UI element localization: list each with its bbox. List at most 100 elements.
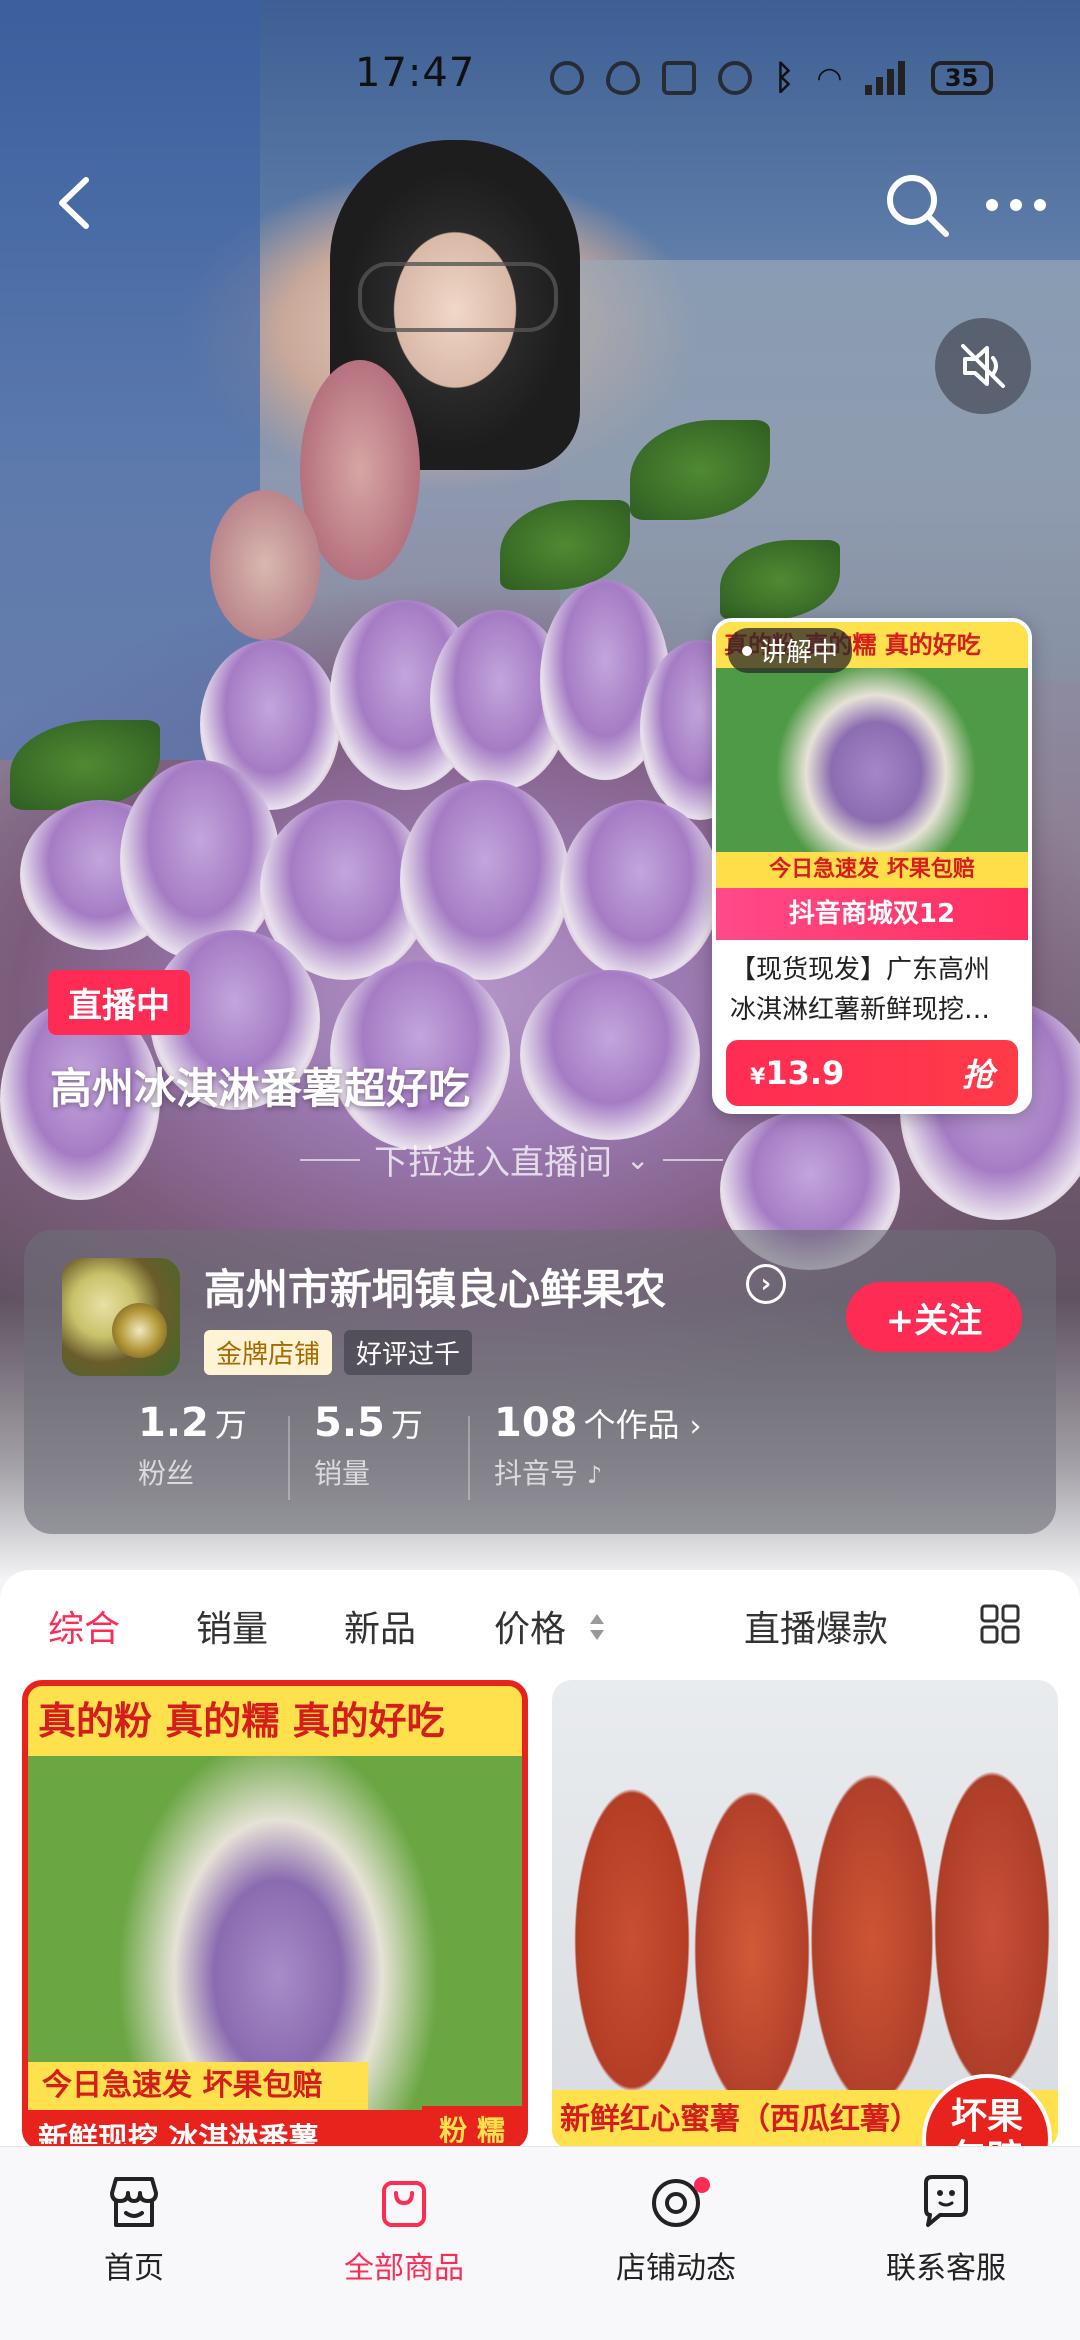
chevron-left-icon: [59, 177, 89, 229]
notification-dot-icon: [694, 2177, 710, 2193]
shop-info-card: 高州市新垌镇良心鲜果农 › 金牌店铺 好评过千 +关注 1.2 万 粉丝 5.5 万…: [24, 1230, 1056, 1534]
stat-works-num: 108: [494, 1400, 578, 1446]
avatar-fruit-shape: [112, 1303, 167, 1358]
back-button[interactable]: [40, 168, 110, 238]
pull-to-enter-hint[interactable]: 下拉进入直播间 ⌄: [300, 1135, 724, 1184]
follow-button[interactable]: +关注: [846, 1282, 1022, 1352]
product-badge: 坏果 包赔: [922, 2074, 1052, 2150]
search-button[interactable]: [880, 168, 954, 242]
badge-line-1: 坏果: [950, 2096, 1023, 2137]
explaining-product-card[interactable]: 真的粉 真的糯 真的好吃 讲解中 今日急速发 坏果包赔 抖音商城双12 【现货现…: [712, 618, 1032, 1114]
stat-sales[interactable]: 5.5 万 销量: [314, 1400, 423, 1492]
live-badge: 直播中: [48, 970, 190, 1035]
nav-label-all-products: 全部商品: [344, 2251, 464, 2286]
tab-sales[interactable]: 销量: [196, 1600, 268, 1652]
notification-icon: [550, 61, 584, 95]
bluetooth-icon: ᛒ: [774, 58, 795, 98]
nav-label-customer-service: 联系客服: [886, 2251, 1006, 2286]
bottom-navigation: 首页 全部商品 店铺动态 联系客服: [0, 2146, 1080, 2340]
eye-icon: [606, 61, 640, 95]
sort-updown-icon: [590, 1614, 604, 1640]
tuber-shape: [520, 970, 700, 1140]
nav-label-home: 首页: [104, 2251, 164, 2286]
streamer-glasses: [358, 262, 558, 332]
douyin-id-label: 抖音号: [494, 1457, 579, 1490]
dnd-icon: [718, 61, 752, 95]
live-title[interactable]: 高州冰淇淋番薯超好吃: [50, 1055, 470, 1116]
stat-sales-unit: 万: [390, 1406, 423, 1444]
nav-item-customer-service[interactable]: 联系客服: [846, 2169, 1046, 2287]
explain-image-banner: 今日急速发 坏果包赔: [716, 852, 1028, 888]
speaker-muted-icon: [961, 344, 1005, 388]
divider-line: [663, 1158, 724, 1161]
product-top-banner: 真的粉 真的糯 真的好吃: [28, 1686, 522, 1756]
shop-home-icon: [110, 2177, 158, 2227]
gold-shop-tag: 金牌店铺: [204, 1330, 333, 1375]
grab-button[interactable]: ¥13.9 抢: [726, 1040, 1018, 1106]
tuber-shape: [560, 800, 720, 980]
stat-sales-num: 5.5: [314, 1400, 385, 1446]
signal-icon: [864, 61, 909, 95]
nfc-icon: [662, 61, 696, 95]
price-value: 13.9: [765, 1054, 845, 1092]
explaining-tag-text: 讲解中: [760, 638, 839, 668]
tuber-shape: [120, 760, 280, 960]
product-card[interactable]: 真的粉 真的糯 真的好吃 今日急速发 坏果包赔 新鲜现挖 冰淇淋番薯 粉 糯: [22, 1680, 528, 2150]
shop-avatar[interactable]: [62, 1258, 180, 1376]
stat-divider: [468, 1416, 470, 1500]
stat-fans-label: 粉丝: [138, 1457, 195, 1490]
product-grid: 真的粉 真的糯 真的好吃 今日急速发 坏果包赔 新鲜现挖 冰淇淋番薯 粉 糯 新…: [0, 1680, 1080, 2150]
stat-works-label: 抖音号 ♪: [494, 1452, 702, 1492]
festival-banner: 抖音商城双12: [716, 888, 1028, 940]
stat-works-unit: 个作品: [583, 1406, 680, 1444]
shop-name[interactable]: 高州市新垌镇良心鲜果农: [204, 1256, 734, 1317]
shop-stats: 1.2 万 粉丝 5.5 万 销量 108 个作品 › 抖音号 ♪: [24, 1400, 1056, 1510]
product-filter-tabs: 综合 销量 新品 价格 直播爆款: [0, 1570, 1080, 1680]
product-badge: 粉 糯: [422, 2106, 522, 2144]
status-icons: ᛒ ◠ 35: [550, 58, 993, 98]
tab-new[interactable]: 新品: [344, 1600, 416, 1652]
stat-fans-num: 1.2: [138, 1400, 209, 1446]
product-mid-banner: 今日急速发 坏果包赔: [28, 2062, 368, 2110]
good-review-tag: 好评过千: [344, 1330, 473, 1375]
nav-label-shop-feed: 店铺动态: [616, 2251, 736, 2286]
tab-overall[interactable]: 综合: [48, 1600, 120, 1652]
tab-price[interactable]: 价格: [494, 1600, 566, 1652]
more-button[interactable]: [980, 180, 1052, 230]
more-dots-icon: [986, 199, 1046, 211]
nav-item-shop-feed[interactable]: 店铺动态: [576, 2169, 776, 2287]
shopping-bag-icon: [382, 2181, 426, 2227]
product-bottom-banner: 新鲜现挖 冰淇淋番薯: [28, 2110, 428, 2144]
nav-item-all-products[interactable]: 全部商品: [304, 2169, 504, 2287]
pull-hint-text: 下拉进入直播间: [374, 1143, 612, 1183]
stat-divider: [288, 1416, 290, 1500]
price-symbol: ¥: [750, 1065, 766, 1090]
explain-price: ¥13.9: [750, 1054, 844, 1092]
wifi-icon: ◠: [816, 60, 843, 96]
tuber-shape: [400, 780, 570, 980]
chevron-right-icon: ›: [689, 1409, 702, 1444]
stat-fans[interactable]: 1.2 万 粉丝: [138, 1400, 247, 1492]
video-background-wall: [0, 0, 260, 760]
status-time: 17:47: [355, 50, 476, 96]
chevron-right-circle-icon[interactable]: ›: [746, 1264, 786, 1304]
tab-live-hot[interactable]: 直播爆款: [744, 1600, 888, 1652]
mute-toggle-button[interactable]: [935, 318, 1031, 414]
product-card[interactable]: 新鲜红心蜜薯（西瓜红薯） 坏果 包赔: [552, 1680, 1058, 2150]
grid-view-icon[interactable]: [980, 1604, 1020, 1644]
douyin-logo-icon: ♪: [586, 1461, 603, 1489]
explain-product-image: 真的粉 真的糯 真的好吃 讲解中 今日急速发 坏果包赔 抖音商城双12: [716, 622, 1028, 940]
customer-service-icon: [924, 2175, 968, 2227]
shop-tags: 金牌店铺 好评过千: [204, 1330, 473, 1375]
battery-icon: 35: [930, 61, 993, 95]
search-icon: [887, 175, 949, 237]
stat-fans-unit: 万: [214, 1406, 247, 1444]
stat-sales-label: 销量: [314, 1457, 371, 1490]
nav-item-home[interactable]: 首页: [34, 2169, 234, 2287]
explain-product-title: 【现货现发】广东高州冰淇淋红薯新鲜现挖…: [730, 955, 991, 1025]
chevron-down-icon: ⌄: [626, 1143, 650, 1176]
status-bar: 17:47 ᛒ ◠ 35: [0, 0, 1080, 98]
stat-works[interactable]: 108 个作品 › 抖音号 ♪: [494, 1400, 702, 1492]
explaining-tag: 讲解中: [728, 628, 853, 673]
grab-label: 抢: [961, 1056, 994, 1094]
